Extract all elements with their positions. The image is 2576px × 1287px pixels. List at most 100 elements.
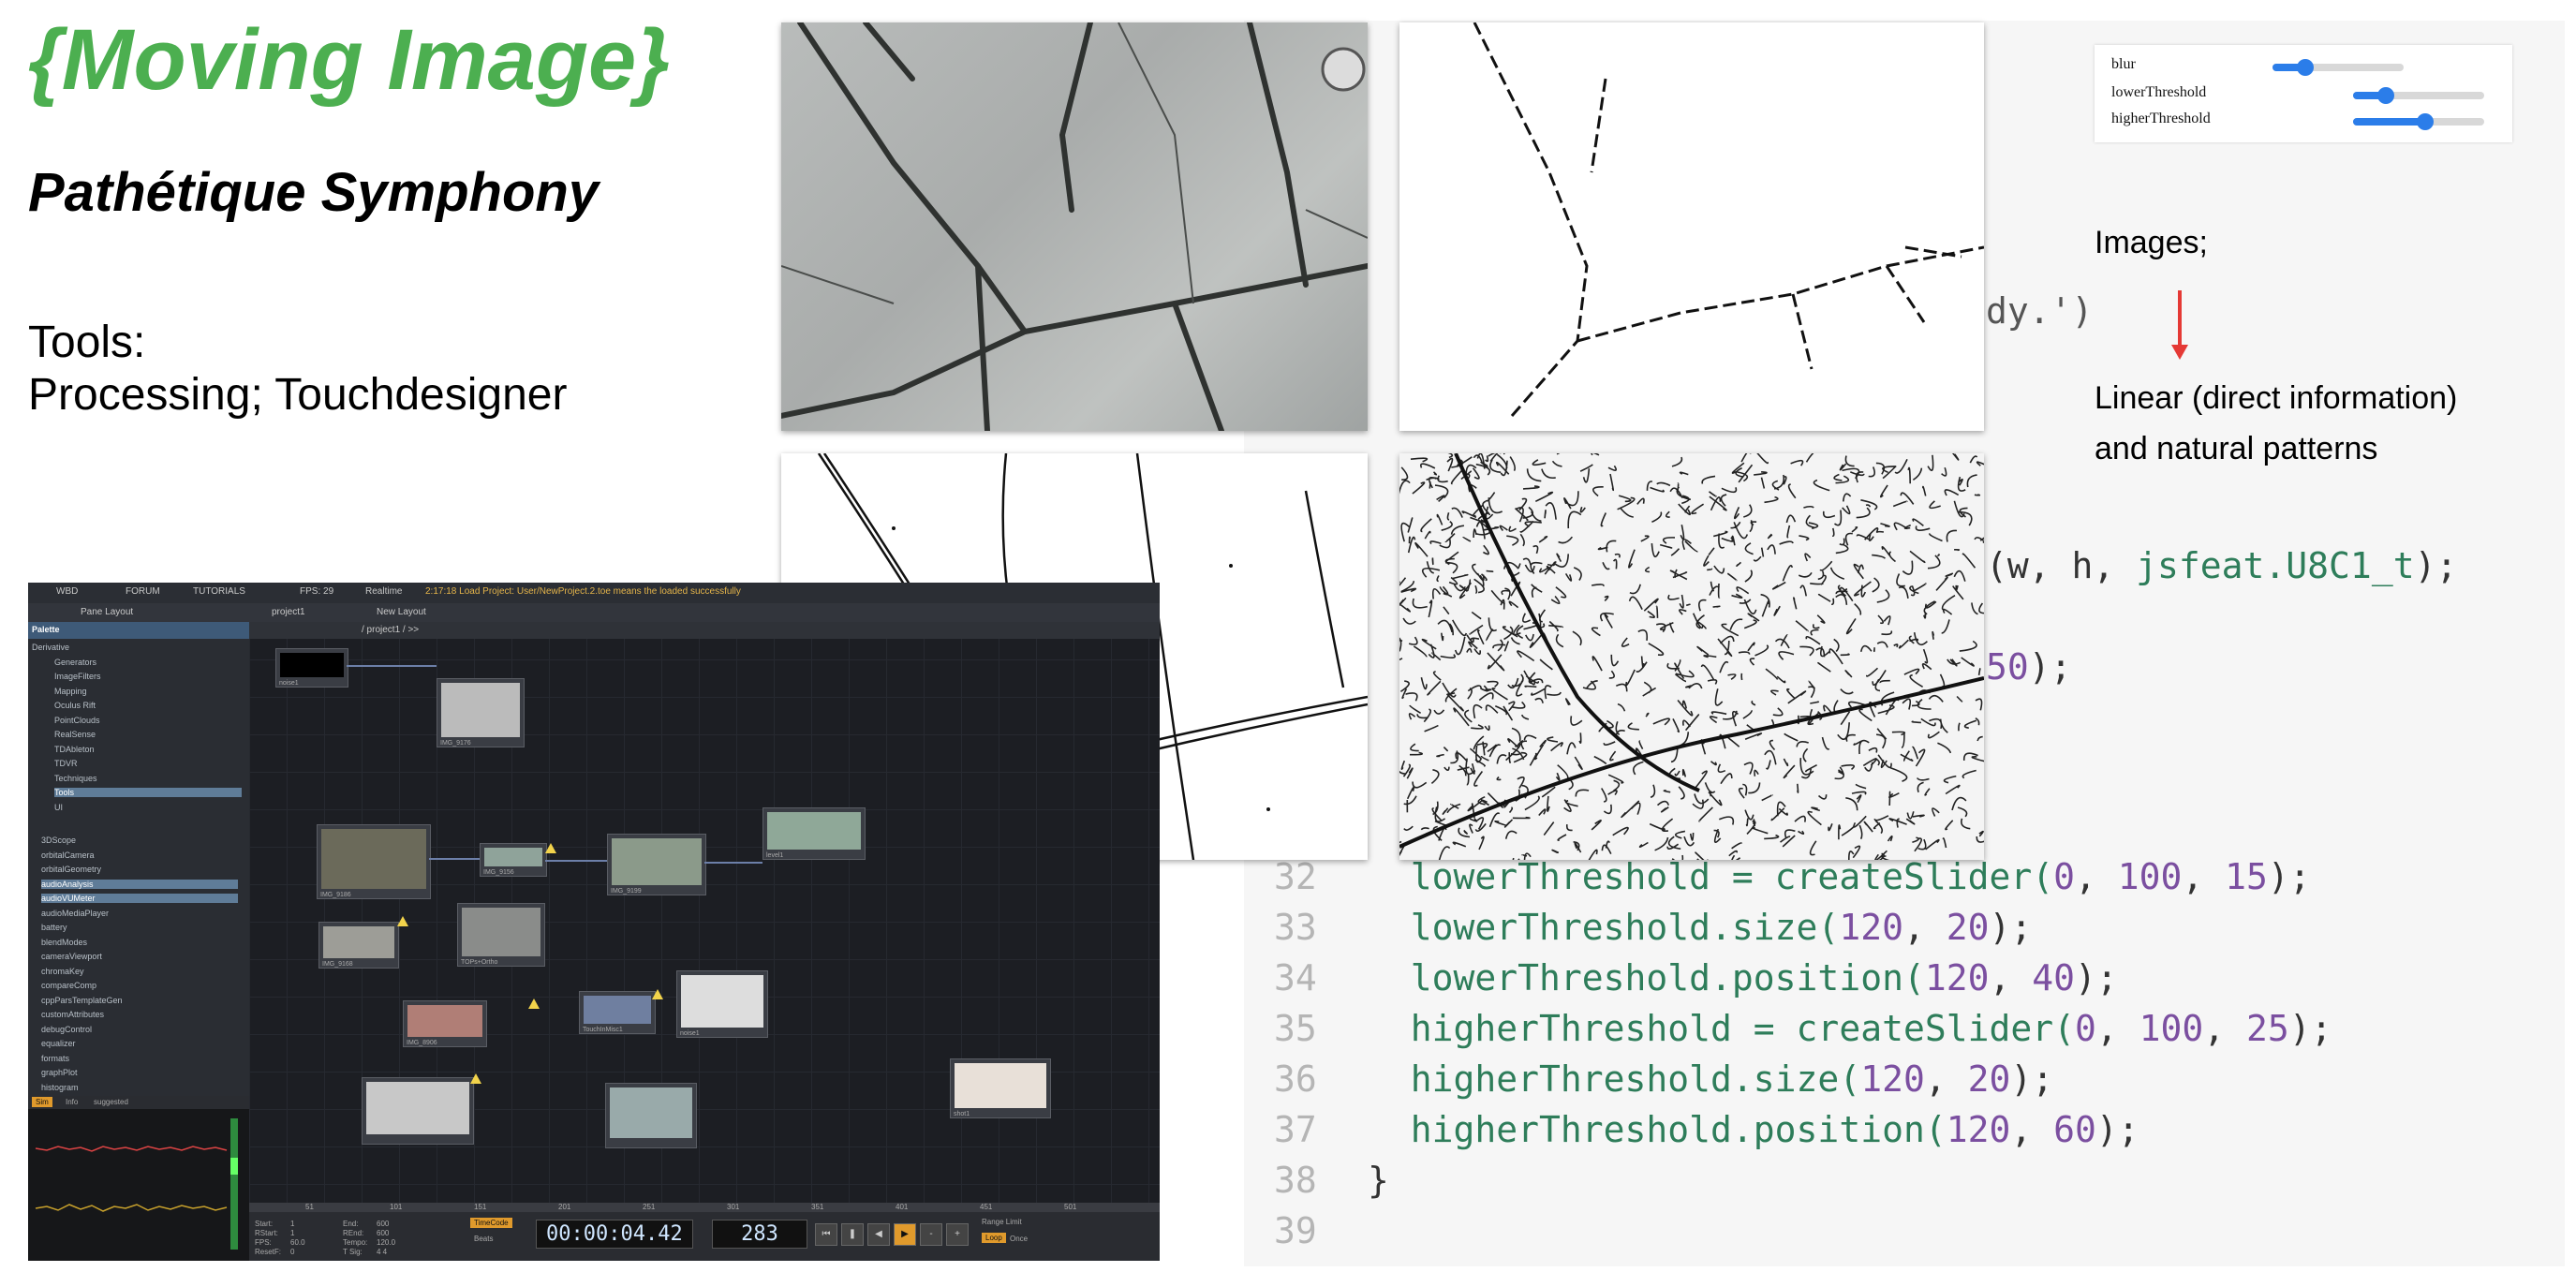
pause-icon[interactable]: ❚ [841,1223,864,1246]
palette-item[interactable]: RealSense [54,730,96,739]
component-item[interactable]: debugControl [41,1025,238,1034]
component-item[interactable]: compareComp [41,981,238,990]
loop-button[interactable]: Loop [982,1233,1006,1243]
play-icon[interactable]: ▶ [894,1223,916,1246]
resetf-value[interactable]: 0 [290,1248,294,1256]
beats-button[interactable]: Beats [474,1235,493,1243]
tab-new-layout[interactable]: New Layout [377,607,426,617]
blur-slider[interactable] [2273,59,2404,76]
component-item[interactable]: audioMediaPlayer [41,909,238,918]
palette-item[interactable]: PointClouds [54,716,100,725]
node-preview [955,1063,1046,1108]
palette-item[interactable]: ImageFilters [54,672,101,681]
palette-item[interactable]: Derivative [32,643,69,652]
slider-panel: blur lowerThreshold higherThreshold [2095,45,2512,142]
component-item[interactable]: battery [41,923,238,932]
rend-value[interactable]: 600 [377,1229,389,1237]
tab-project1[interactable]: project1 [272,607,305,617]
warning-icon[interactable] [470,1073,481,1084]
rstart-value[interactable]: 1 [290,1229,294,1237]
once-button[interactable]: Once [1010,1235,1028,1243]
warning-icon[interactable] [528,999,540,1009]
menu-tutorials[interactable]: TUTORIALS [193,586,245,597]
operator-node[interactable]: IMG_9199 [607,834,706,895]
operator-node[interactable]: level1 [762,807,866,860]
operator-node[interactable] [605,1083,697,1148]
component-item[interactable]: orbitalCamera [41,851,238,860]
line-number: 35 [1274,1008,1317,1049]
code-token: ); [2028,646,2072,688]
start-label: Start: [255,1220,274,1228]
operator-node[interactable]: shot1 [950,1058,1051,1118]
component-item[interactable]: customAttributes [41,1010,238,1019]
operator-node[interactable]: IMG_9156 [480,843,547,877]
pane-layout-button[interactable]: Pane Layout [81,607,133,617]
palette-item[interactable]: UI [54,803,63,812]
warning-icon[interactable] [397,916,408,926]
operator-node[interactable]: TOPs+Ortho [457,903,545,967]
step-back-icon[interactable]: ◀ [867,1223,890,1246]
slider-knob[interactable] [2297,59,2314,76]
component-item[interactable]: histogram [41,1083,238,1092]
palette-item[interactable]: TDVR [54,759,78,768]
component-item[interactable]: cameraViewport [41,952,238,961]
timecode-display[interactable]: 00:00:04.42 [536,1220,693,1249]
tempo-value[interactable]: 120.0 [377,1238,395,1247]
frame-display[interactable]: 283 [712,1220,807,1249]
fps-label: FPS: [255,1238,272,1247]
code-number: 25 [2246,1008,2289,1049]
code-line: 38} [1244,1160,1389,1201]
component-item[interactable]: blendModes [41,938,238,947]
warning-icon[interactable] [545,843,556,853]
component-item[interactable]: 3DScope [41,836,238,845]
component-item[interactable]: graphPlot [41,1068,238,1077]
component-item[interactable]: audioVUMeter [41,894,238,903]
component-item[interactable]: formats [41,1054,238,1063]
lower-threshold-slider[interactable] [2353,87,2484,104]
slider-knob[interactable] [2377,87,2394,104]
component-item[interactable]: audioAnalysis [41,879,238,889]
timecode-button[interactable]: TimeCode [470,1218,512,1228]
tsig-value[interactable]: 4 4 [377,1248,387,1256]
node-preview [462,908,540,956]
code-separator: , [1902,907,1947,948]
code-separator: , [1989,957,2033,999]
menu-forum[interactable]: FORUM [126,586,160,597]
network-editor[interactable]: / project1 / >> noise1 IMG_9176 IMG_9186 IM… [249,622,1160,1203]
warning-icon[interactable] [652,989,663,999]
component-item[interactable]: chromaKey [41,967,238,976]
palette-header: Palette [28,622,249,639]
palette-item[interactable]: Generators [54,658,96,667]
component-item[interactable]: cppParsTemplateGen [41,996,238,1005]
realtime-toggle[interactable]: Realtime [365,586,402,597]
plus-icon[interactable]: + [946,1223,969,1246]
palette-item[interactable]: TDAbleton [54,745,95,754]
palette-item[interactable]: Techniques [54,774,97,783]
component-item[interactable]: equalizer [41,1039,238,1048]
skip-back-icon[interactable]: ⏮ [815,1223,837,1246]
operator-node[interactable]: IMG_9186 [317,824,431,899]
minus-icon[interactable]: - [920,1223,942,1246]
operator-node[interactable] [362,1077,474,1145]
slider-fill [2353,118,2425,126]
network-path[interactable]: / project1 / >> [362,625,419,635]
operator-node[interactable]: IMG_9168 [318,922,399,969]
start-value[interactable]: 1 [290,1220,294,1228]
operator-node[interactable]: IMG_9176 [437,678,525,747]
operator-node[interactable]: TouchInMisc1 [579,991,656,1034]
operator-node[interactable]: noise1 [676,970,768,1038]
component-item[interactable]: orbitalGeometry [41,865,238,874]
end-value[interactable]: 600 [377,1220,389,1228]
operator-node[interactable]: noise1 [275,648,348,688]
palette-item[interactable]: Tools [54,788,242,797]
higher-threshold-slider[interactable] [2353,113,2484,130]
code-token: lowerThreshold.size( [1368,907,1840,948]
operator-node[interactable]: IMG_8906 [403,1000,487,1047]
slider-knob[interactable] [2417,113,2434,130]
palette-item[interactable]: Oculus Rift [54,701,96,710]
code-fragment-50: 50); [1986,646,2072,688]
fps-value[interactable]: 60.0 [290,1238,305,1247]
code-number: 40 [2032,957,2075,999]
palette-item[interactable]: Mapping [54,687,87,696]
menu-wbd[interactable]: WBD [56,586,78,597]
